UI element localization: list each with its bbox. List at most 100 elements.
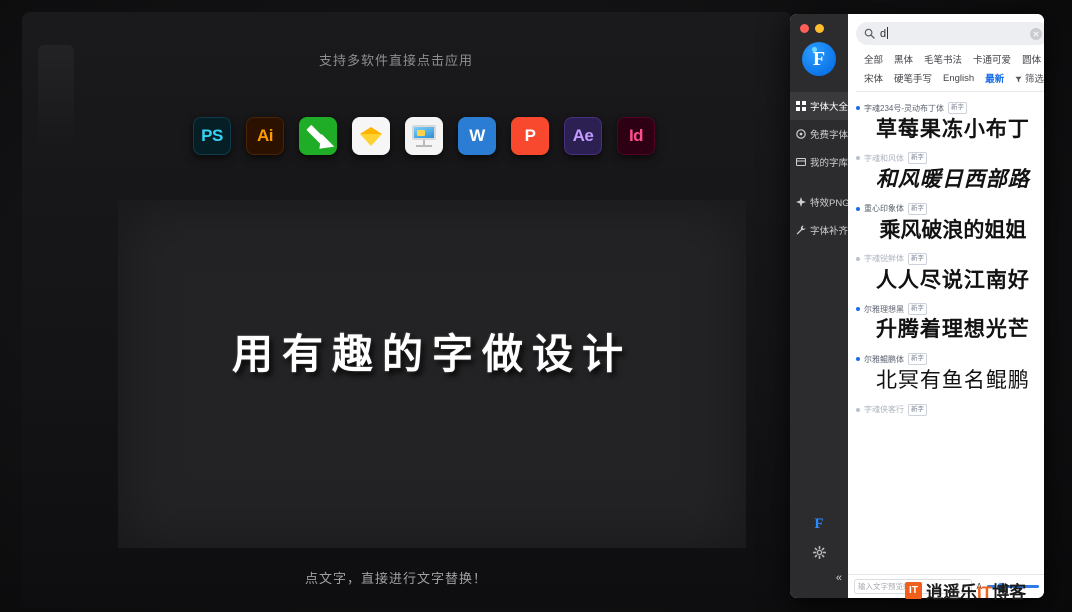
font-name: 字魂234号-灵动布丁体 (864, 103, 945, 113)
filter-brush[interactable]: 毛笔书法 (924, 52, 962, 66)
sidebar-divider-gap (790, 176, 848, 188)
filter-tabs: 全部 黑体 毛笔书法 卡通可爱 圆体 宋体 硬笔手写 English 最新 筛选 (856, 45, 1044, 91)
filter-cartoon[interactable]: 卡通可爱 (973, 52, 1011, 66)
sketch-diamond-icon (360, 127, 382, 146)
sidebar-item-free-fonts-label: 免费字体 (810, 130, 849, 141)
font-sample: 人人尽说江南好 (875, 267, 1030, 292)
app-icon-illustrator[interactable]: Ai (246, 117, 284, 155)
app-icon-word[interactable]: W (458, 117, 496, 155)
filter-handwriting[interactable]: 硬笔手写 (894, 71, 932, 85)
app-icon-keynote[interactable] (405, 117, 443, 155)
font-name: 字魂锐鲜体 (864, 254, 904, 264)
app-icon-sketch[interactable] (352, 117, 390, 155)
font-sample: 乘风破浪的姐姐 (879, 217, 1027, 242)
sidebar-item-free-fonts[interactable]: 免费字体 (790, 120, 848, 148)
brand-mini-logo-icon: F (814, 516, 824, 532)
app-icon-powerpoint-label: P (524, 126, 536, 145)
filter-english[interactable]: English (943, 73, 974, 84)
sidebar-item-font-repair[interactable]: 字体补齐 (790, 216, 848, 244)
minimize-window-button[interactable] (815, 24, 824, 33)
status-dot (856, 106, 860, 110)
close-window-button[interactable] (800, 24, 809, 33)
list-item[interactable]: 重心印象体 新字 乘风破浪的姐姐 (848, 197, 1044, 247)
app-icon-after-effects[interactable]: Ae (564, 117, 602, 155)
screen-root: 支持多软件直接点击应用 PS Ai W P Ae Id 用有趣的字做设计 点文字… (0, 0, 1072, 612)
search-bar[interactable]: d (856, 22, 1044, 45)
watermark-badge-icon: IT (905, 582, 922, 599)
app-icon-illustrator-label: Ai (257, 126, 274, 145)
list-item[interactable]: 字魂锐鲜体 新字 人人尽说江南好 (848, 247, 1044, 297)
status-badge: 新字 (908, 152, 927, 165)
font-meta: 字魂234号-灵动布丁体 新字 (856, 102, 1044, 114)
font-name: 尔雅理想黑 (864, 304, 904, 314)
status-dot (856, 407, 860, 412)
list-item[interactable]: 尔雅鲲鹏体 新字 北冥有鱼名鲲鹏 (848, 347, 1044, 397)
app-icon-indesign-label: Id (628, 126, 644, 145)
app-shortcut-row: PS Ai W P Ae Id (193, 117, 655, 155)
font-meta: 字魂锐鲜体 新字 (856, 252, 1044, 265)
sidebar-footer: F « (790, 516, 848, 598)
sidebar-item-effect-png-label: 特效PNG (810, 198, 850, 209)
sidebar-item-effect-png[interactable]: 特效PNG (790, 188, 850, 216)
gear-icon[interactable] (812, 546, 826, 559)
sidebar-item-my-fonts-label: 我的字库 (810, 158, 849, 169)
status-badge: 新字 (908, 403, 927, 416)
font-meta: 字魂侠客行 新字 (856, 403, 1044, 416)
window-traffic-lights (790, 14, 848, 33)
sidebar-item-font-library[interactable]: 字体大全 (790, 92, 848, 120)
list-item[interactable]: 字魂234号-灵动布丁体 新字 草莓果冻小布丁 (848, 96, 1044, 146)
status-dot (856, 307, 860, 311)
funnel-icon (1015, 76, 1022, 83)
app-icon-photoshop-label: PS (201, 126, 223, 145)
clear-search-icon[interactable] (1029, 27, 1042, 40)
list-item[interactable]: 字魂侠客行 新字 (848, 398, 1044, 422)
status-badge: 新字 (908, 303, 927, 315)
app-icon-powerpoint[interactable]: P (511, 117, 549, 155)
font-name: 字魂和风体 (864, 153, 904, 163)
font-app-main: d 全部 黑体 毛笔书法 卡通可爱 圆体 宋体 硬笔手写 English 最新 … (848, 14, 1044, 598)
filter-more-button[interactable]: 筛选 (1015, 71, 1044, 85)
status-badge: 新字 (948, 102, 968, 114)
collapse-sidebar-button[interactable]: « (836, 572, 842, 584)
app-icon-numbers[interactable] (299, 117, 337, 155)
filter-more-label: 筛选 (1024, 74, 1044, 85)
font-sample: 和风暖日西部路 (875, 166, 1030, 192)
list-item[interactable]: 字魂和风体 新字 和风暖日西部路 (848, 146, 1044, 196)
book-icon (796, 157, 806, 167)
filter-row-2: 宋体 硬笔手写 English 最新 筛选 (864, 71, 1044, 86)
design-canvas[interactable]: 用有趣的字做设计 (118, 200, 746, 548)
app-icon-photoshop[interactable]: PS (193, 117, 231, 155)
font-meta: 尔雅鲲鹏体 新字 (856, 353, 1044, 366)
circle-icon (796, 129, 806, 139)
app-icon-indesign[interactable]: Id (617, 117, 655, 155)
filter-newest[interactable]: 最新 (985, 71, 1004, 85)
status-dot (856, 206, 860, 211)
app-icon-word-label: W (469, 126, 485, 145)
sidebar-item-font-repair-label: 字体补齐 (810, 226, 849, 237)
font-meta: 字魂和风体 新字 (856, 152, 1044, 165)
search-input[interactable]: d (880, 26, 1025, 40)
status-dot (856, 256, 860, 261)
filter-heiti[interactable]: 黑体 (894, 52, 913, 66)
status-badge: 新字 (908, 353, 927, 366)
canvas-headline-text[interactable]: 用有趣的字做设计 (118, 320, 746, 380)
font-sample: 草莓果冻小布丁 (875, 117, 1030, 141)
filter-round[interactable]: 圆体 (1022, 52, 1041, 66)
watermark: IT 逍遥乐IT博客 (905, 578, 1026, 603)
filter-all[interactable]: 全部 (864, 52, 883, 66)
status-badge: 新字 (908, 252, 927, 265)
wrench-icon (796, 225, 806, 235)
font-list[interactable]: 字魂234号-灵动布丁体 新字 草莓果冻小布丁 字魂和风体 新字 和风暖日西部路 (848, 96, 1044, 574)
sidebar-item-my-fonts[interactable]: 我的字库 (790, 148, 848, 176)
keynote-podium-icon (411, 125, 437, 147)
filter-songti[interactable]: 宋体 (864, 71, 883, 85)
watermark-part-2: IT (977, 583, 993, 602)
status-badge: 新字 (908, 202, 927, 215)
font-app-header: d 全部 黑体 毛笔书法 卡通可爱 圆体 宋体 硬笔手写 English 最新 … (848, 14, 1044, 96)
grid-icon (796, 101, 806, 111)
list-item[interactable]: 尔雅理想黑 新字 升腾着理想光芒 (848, 297, 1044, 347)
header-divider (856, 91, 1044, 92)
font-app-window: F 字体大全 免费字体 我的字库 特效PNG 字体补齐 F « d 全部 黑体 … (790, 14, 1044, 598)
font-name: 尔雅鲲鹏体 (864, 354, 904, 364)
sidebar-nav-list: 字体大全 免费字体 我的字库 特效PNG 字体补齐 (790, 92, 850, 244)
